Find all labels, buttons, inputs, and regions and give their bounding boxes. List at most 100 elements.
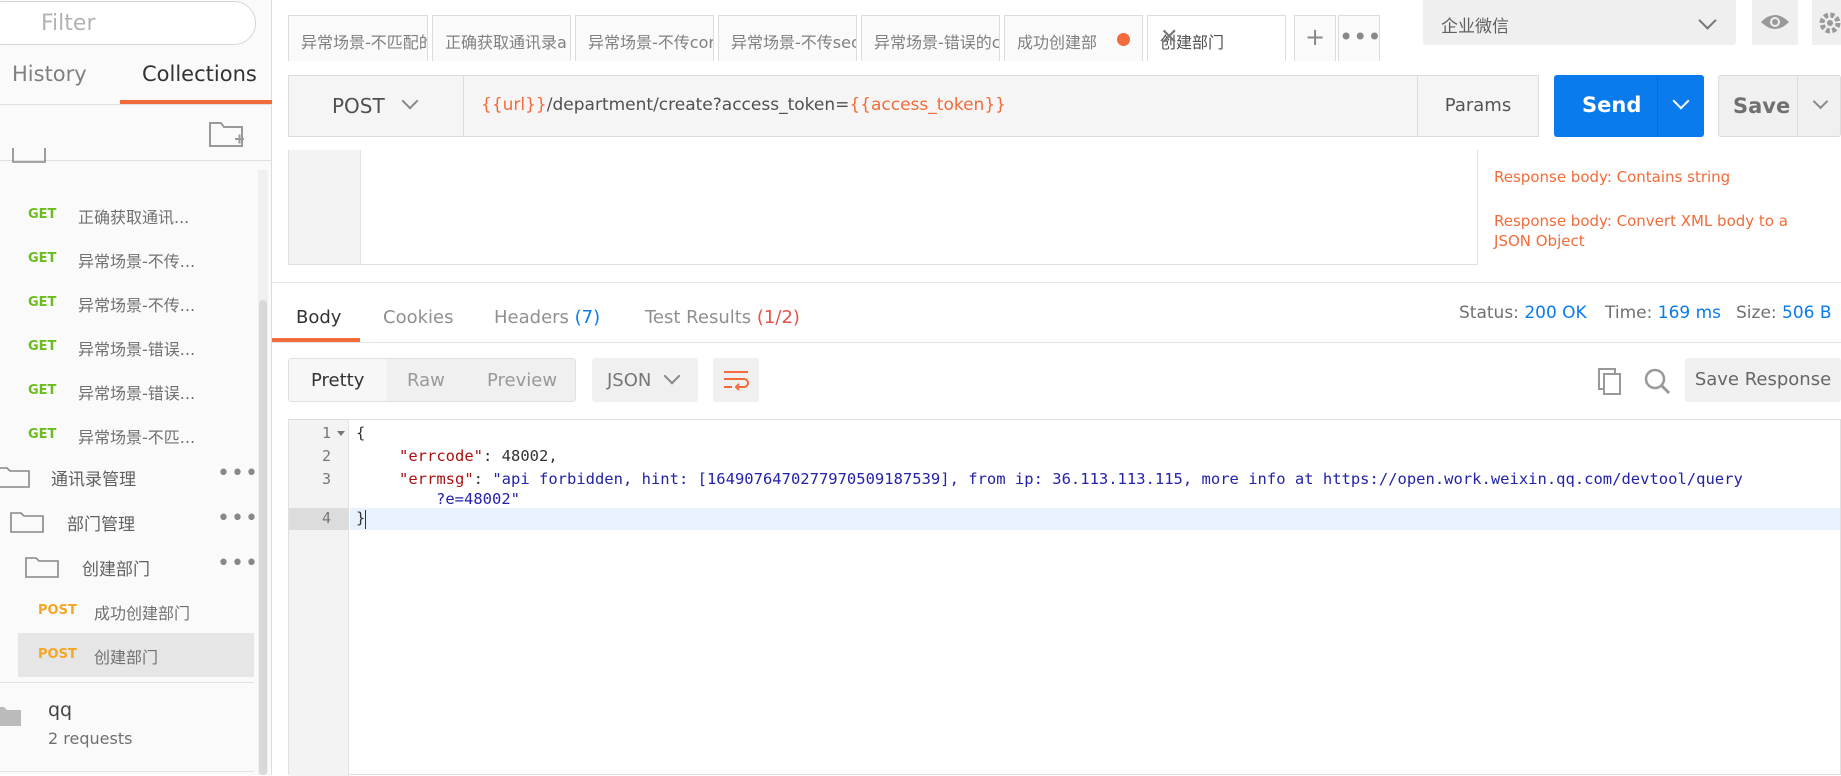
- collection-name: qq: [48, 699, 73, 721]
- save-button[interactable]: Save: [1718, 75, 1841, 137]
- method-select[interactable]: POST: [289, 76, 464, 136]
- collection-item[interactable]: qq 2 requests: [0, 682, 254, 772]
- more-icon[interactable]: •••: [217, 506, 259, 531]
- response-body-viewer[interactable]: 1 2 3 4 { "errcode": 48002, "errmsg": "a…: [288, 419, 1841, 776]
- request-tab-active[interactable]: 创建部门 ✕: [1147, 15, 1286, 61]
- environment-quick-look-button[interactable]: [1752, 0, 1798, 45]
- filter-input[interactable]: Filter: [0, 1, 256, 45]
- tab-collections[interactable]: Collections: [142, 62, 257, 86]
- request-tab[interactable]: 异常场景-不匹配的: [288, 15, 428, 61]
- time-label: Time:: [1605, 303, 1653, 323]
- line-number: 2: [321, 447, 331, 465]
- close-icon[interactable]: ✕: [1160, 25, 1275, 50]
- request-name: 成功创建部门: [94, 604, 191, 623]
- send-button[interactable]: Send: [1554, 75, 1704, 137]
- format-raw[interactable]: Raw: [407, 370, 445, 391]
- line-number: 3: [321, 470, 331, 488]
- sidebar-request-active[interactable]: POST 创建部门: [18, 633, 254, 677]
- test-results-count: (1/2): [756, 307, 800, 328]
- eye-icon: [1761, 15, 1789, 29]
- chevron-down-icon[interactable]: [1672, 92, 1690, 110]
- send-label: Send: [1582, 93, 1642, 117]
- format-preview[interactable]: Preview: [487, 370, 557, 391]
- sidebar-request[interactable]: GET 异常场景-不传...: [0, 281, 255, 325]
- json-number: 48002: [501, 447, 549, 465]
- tab-label: 异常场景-不传sec: [731, 33, 857, 52]
- sidebar-request[interactable]: POST 成功创建部门: [0, 589, 255, 633]
- folder-icon: [10, 512, 44, 533]
- status-label: Status:: [1459, 303, 1519, 323]
- tab-test-results[interactable]: Test Results (1/2): [645, 307, 800, 328]
- tab-history[interactable]: History: [12, 62, 87, 86]
- headers-count: (7): [574, 307, 601, 328]
- new-collection-folder-icon[interactable]: [208, 119, 246, 149]
- search-icon[interactable]: [1640, 365, 1674, 397]
- tab-label: 成功创建部: [1017, 33, 1098, 52]
- divider: [272, 282, 1841, 283]
- method-badge: POST: [38, 603, 77, 618]
- collection-count: 2 requests: [48, 729, 133, 748]
- request-tab-unsaved[interactable]: 成功创建部: [1004, 15, 1143, 61]
- tab-body[interactable]: Body: [296, 307, 341, 328]
- sidebar-folder[interactable]: 部门管理 •••: [0, 500, 258, 542]
- copy-icon[interactable]: [1593, 365, 1627, 397]
- sidebar-folder[interactable]: 通讯录管理 •••: [0, 455, 258, 497]
- sidebar-request[interactable]: GET 异常场景-错误...: [0, 369, 255, 413]
- sidebar-folder-partial: [0, 148, 255, 168]
- code-line-wrap: ?e=48002": [436, 490, 520, 508]
- text-cursor: [365, 510, 366, 529]
- request-name: 正确获取通讯...: [78, 208, 190, 227]
- wrap-lines-button[interactable]: [713, 358, 759, 402]
- params-button[interactable]: Params: [1417, 76, 1538, 136]
- chevron-down-icon[interactable]: [1812, 93, 1829, 110]
- fold-arrow-icon[interactable]: [337, 431, 345, 436]
- request-name: 异常场景-不匹...: [78, 428, 196, 447]
- sidebar: Filter History Collections GET 正确获取通讯...…: [0, 0, 272, 775]
- response-time: Time: 169 ms: [1605, 303, 1721, 323]
- tests-editor[interactable]: [288, 150, 1478, 265]
- more-icon[interactable]: •••: [217, 551, 259, 576]
- divider: [272, 342, 1841, 343]
- snippet-link[interactable]: Response body: Convert XML body to a JSO…: [1494, 211, 1824, 251]
- gear-icon: [1819, 12, 1841, 34]
- request-tab[interactable]: 异常场景-不传cor: [575, 15, 714, 61]
- url-path: /department/create?access_token=: [546, 95, 850, 115]
- url-input[interactable]: {{url}}/department/create?access_token={…: [464, 76, 1417, 136]
- request-tab[interactable]: 异常场景-不传sec: [718, 15, 857, 61]
- folder-name: 通讯录管理: [51, 470, 136, 490]
- sidebar-request[interactable]: GET 异常场景-不匹...: [0, 413, 255, 457]
- settings-button[interactable]: [1812, 0, 1841, 45]
- request-name: 异常场景-不传...: [78, 296, 196, 315]
- line-number: 4: [321, 509, 331, 527]
- tab-headers[interactable]: Headers (7): [494, 307, 600, 328]
- new-tab-button[interactable]: +: [1294, 15, 1336, 61]
- editor-gutter: [289, 150, 361, 264]
- json-string: ?e=48002": [436, 490, 520, 508]
- sidebar-request[interactable]: GET 异常场景-错误...: [0, 325, 255, 369]
- environment-select[interactable]: 企业微信: [1423, 0, 1736, 45]
- language-select[interactable]: JSON: [592, 358, 698, 402]
- request-name: 创建部门: [94, 648, 159, 667]
- format-pretty[interactable]: Pretty: [311, 370, 364, 391]
- request-tab[interactable]: 正确获取通讯录a: [432, 15, 571, 61]
- tab-label: 异常场景-不匹配的: [301, 33, 428, 52]
- save-label: Save: [1733, 94, 1791, 118]
- method-badge: GET: [28, 339, 57, 354]
- code-line: "errmsg": "api forbidden, hint: [1649076…: [399, 470, 1743, 488]
- more-icon[interactable]: •••: [217, 461, 259, 486]
- folder-icon: [0, 467, 30, 488]
- code-line: }: [356, 509, 366, 527]
- snippet-link[interactable]: Response body: Contains string: [1494, 167, 1824, 187]
- method-badge: POST: [38, 647, 77, 662]
- status-value: 200 OK: [1524, 303, 1587, 323]
- save-response-button[interactable]: Save Response: [1685, 358, 1841, 402]
- tab-more-button[interactable]: •••: [1338, 15, 1381, 61]
- response-size: Size: 506 B: [1736, 303, 1832, 323]
- sidebar-scrollbar-thumb[interactable]: [259, 300, 267, 775]
- tab-cookies[interactable]: Cookies: [383, 307, 453, 328]
- sidebar-folder[interactable]: 创建部门 •••: [0, 545, 258, 587]
- sidebar-request[interactable]: GET 正确获取通讯...: [0, 193, 255, 237]
- sidebar-request[interactable]: GET 异常场景-不传...: [0, 237, 255, 281]
- wrap-lines-icon: [724, 371, 749, 391]
- request-tab[interactable]: 异常场景-错误的c: [861, 15, 1000, 61]
